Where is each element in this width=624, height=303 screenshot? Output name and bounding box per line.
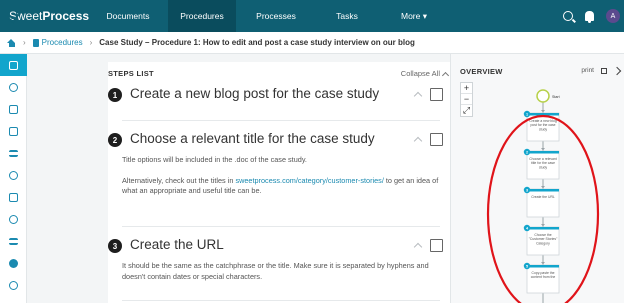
breadcrumb-current-page: Case Study – Procedure 1: How to edit an…	[99, 38, 415, 47]
nav-item-processes[interactable]: Processes	[236, 0, 316, 32]
flow-step-node-bar	[527, 265, 559, 268]
sidebar-button-chat[interactable]	[0, 120, 27, 142]
step-description: Title options will be included in the .d…	[122, 155, 440, 197]
chevron-right-icon: ›	[23, 38, 26, 47]
chevron-right-icon: ›	[89, 38, 93, 47]
flow-arrowhead	[541, 262, 545, 265]
step-paragraph: Alternatively, check out the titles in s…	[122, 176, 440, 197]
search-icon[interactable]	[563, 11, 573, 21]
step-title[interactable]: Create a new blog post for the case stud…	[130, 86, 379, 101]
flow-step-text: Category	[536, 241, 550, 245]
flow-step-node-bar	[527, 189, 559, 192]
step-collapse-chevron-icon[interactable]	[413, 91, 423, 101]
copy-icon	[9, 192, 18, 202]
sidebar-button-dot[interactable]	[0, 252, 27, 274]
overview-panel: OVERVIEW print + − ⤢ Start 1 Create a new …	[450, 54, 624, 303]
flow-step-text: Create the URL	[531, 195, 555, 199]
flow-step-text: study	[539, 127, 547, 131]
steps-list-heading: STEPS LIST	[108, 69, 154, 78]
flow-step-number: 5	[526, 264, 528, 268]
flow-start-label: Start	[552, 95, 560, 99]
nav-item-more[interactable]: More ▾	[378, 0, 450, 32]
flow-step-node-bar	[527, 227, 559, 230]
sidebar-button-document[interactable]	[0, 54, 27, 76]
procedure-icon	[32, 38, 39, 47]
sidebar-button-umbrella[interactable]	[0, 164, 27, 186]
flow-arrowhead	[541, 148, 545, 151]
step-collapse-chevron-icon[interactable]	[413, 136, 423, 146]
sidebar-button-team[interactable]	[0, 208, 27, 230]
nav-item-documents[interactable]: Documents	[88, 0, 168, 32]
step-paragraph: It should be the same as the catchphrase…	[122, 261, 429, 281]
step-description: It should be the same as the catchphrase…	[122, 261, 440, 282]
nav-item-tasks[interactable]: Tasks	[316, 0, 378, 32]
thumbs-up-icon	[9, 104, 18, 114]
breadcrumb-procedures-link[interactable]: Procedures	[32, 38, 83, 47]
customer-stories-link[interactable]: sweetprocess.com/category/customer-stori…	[235, 176, 383, 185]
nav-item-procedures[interactable]: Procedures	[168, 0, 236, 32]
divider	[122, 226, 440, 227]
flow-step-node-bar	[527, 151, 559, 154]
step-collapse-chevron-icon[interactable]	[413, 242, 423, 252]
step-complete-checkbox[interactable]	[430, 133, 443, 146]
list-icon	[9, 149, 18, 157]
flow-arrowhead	[541, 110, 545, 113]
main-nav: Documents Procedures Processes Tasks More ▾	[88, 0, 450, 32]
steps-list-panel: STEPS LIST Collapse All 1 Create a new b…	[108, 62, 452, 303]
divider	[122, 120, 440, 121]
chevron-up-icon	[441, 71, 450, 79]
document-icon	[9, 60, 18, 70]
step-paragraph: Title options will be included in the .d…	[122, 155, 307, 164]
logo-text-bold: Process	[42, 9, 90, 23]
step-complete-checkbox[interactable]	[430, 239, 443, 252]
breadcrumb: › Procedures › Case Study – Procedure 1:…	[0, 32, 624, 54]
sidebar-button-signal[interactable]	[0, 230, 27, 252]
collapse-all-button[interactable]: Collapse All	[400, 69, 450, 79]
divider	[122, 300, 440, 301]
flow-step-number: 1	[526, 112, 528, 116]
sidebar-button-list[interactable]	[0, 142, 27, 164]
flow-arrowhead	[541, 224, 545, 227]
left-sidebar	[0, 54, 27, 303]
flow-step-number: 3	[526, 188, 528, 192]
notifications-bell-icon[interactable]	[585, 11, 594, 23]
sweetprocess-logo[interactable]: SweetProcess	[0, 0, 90, 32]
user-avatar[interactable]: A	[606, 9, 620, 23]
step-number-badge: 1	[108, 88, 122, 102]
chat-icon	[9, 126, 18, 136]
step-title[interactable]: Choose a relevant title for the case stu…	[130, 131, 375, 146]
team-icon	[9, 214, 18, 224]
flow-step-node	[526, 188, 560, 218]
main-content: STEPS LIST Collapse All 1 Create a new b…	[28, 54, 452, 303]
sidebar-button-thumbs-up[interactable]	[0, 98, 27, 120]
breadcrumb-section-label: Procedures	[41, 38, 83, 47]
sidebar-button-copy[interactable]	[0, 186, 27, 208]
step-text: Alternatively, check out the titles in	[122, 175, 236, 185]
flow-step-text: study	[539, 165, 547, 169]
sidebar-button-settings[interactable]	[0, 274, 27, 296]
flow-start-node	[536, 89, 550, 103]
dot-icon	[9, 258, 18, 268]
collapse-all-label: Collapse All	[400, 69, 440, 78]
flow-arrowhead	[541, 186, 545, 189]
clock-icon	[9, 82, 18, 92]
top-nav: SweetProcess Documents Procedures Processe…	[0, 0, 624, 32]
umbrella-icon	[9, 170, 18, 180]
step-title[interactable]: Create the URL	[130, 237, 224, 252]
step-number-badge: 3	[108, 239, 122, 253]
signal-icon	[9, 237, 18, 245]
step-number-badge: 2	[108, 133, 122, 147]
sidebar-button-clock[interactable]	[0, 76, 27, 98]
process-flowchart[interactable]: Start1Create a new blogpost for the case…	[451, 54, 624, 303]
step-complete-checkbox[interactable]	[430, 88, 443, 101]
flow-step-text: content from the	[531, 275, 556, 279]
home-icon[interactable]	[7, 38, 16, 47]
settings-icon	[9, 280, 18, 290]
flow-step-number: 2	[526, 150, 528, 154]
